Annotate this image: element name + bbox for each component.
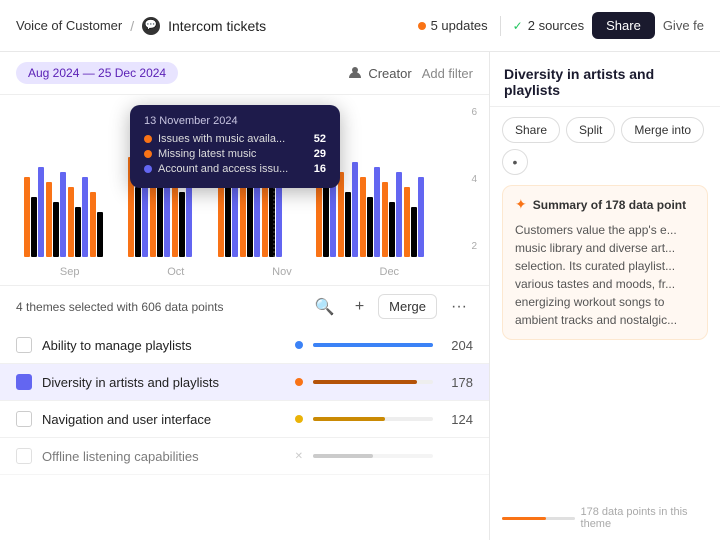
right-panel-title: Diversity in artists and playlists — [490, 52, 720, 107]
theme-bar — [313, 417, 433, 421]
x-label-sep: Sep — [60, 266, 80, 278]
y-label-6: 6 — [471, 107, 477, 118]
y-label-2: 2 — [471, 241, 477, 252]
check-icon: ✓ — [513, 19, 523, 33]
theme-list: Ability to manage playlists 204 Diversit… — [0, 327, 489, 540]
updates-dot — [418, 22, 426, 30]
theme-bar-fill — [313, 380, 417, 384]
add-theme-button[interactable]: + — [349, 296, 370, 318]
theme-checkbox[interactable] — [16, 374, 32, 390]
updates-label: 5 updates — [431, 18, 488, 33]
tooltip-label-3: Account and access issu... — [158, 163, 288, 175]
theme-count: 178 — [443, 375, 473, 390]
creator-filter[interactable]: Creator — [347, 65, 411, 81]
tooltip-row-3: Account and access issu... 16 — [144, 163, 326, 175]
spark-icon: ✦ — [515, 196, 527, 213]
theme-checkbox[interactable] — [16, 448, 32, 464]
theme-bar — [313, 380, 433, 384]
date-filter-badge[interactable]: Aug 2024 — 25 Dec 2024 — [16, 62, 178, 84]
chart-area: 6 4 2 — [0, 95, 489, 285]
filter-row: Aug 2024 — 25 Dec 2024 Creator Add filte… — [0, 52, 489, 95]
chart-tooltip: 13 November 2024 Issues with music avail… — [130, 105, 340, 188]
theme-item[interactable]: Navigation and user interface 124 — [0, 401, 489, 438]
theme-x: ✕ — [295, 451, 303, 462]
footer-progress-bar — [502, 517, 575, 520]
theme-item[interactable]: Offline listening capabilities ✕ — [0, 438, 489, 475]
theme-bar — [313, 454, 433, 458]
theme-list-header: 4 themes selected with 606 data points 🔍… — [0, 285, 489, 327]
theme-bar-fill — [313, 417, 385, 421]
chart-y-labels: 6 4 2 — [471, 107, 477, 252]
x-label-nov: Nov — [272, 266, 292, 278]
tooltip-dot-3 — [144, 165, 152, 173]
summary-box: ✦ Summary of 178 data point Customers va… — [502, 185, 708, 340]
summary-header: ✦ Summary of 178 data point — [515, 196, 695, 213]
theme-name: Diversity in artists and playlists — [42, 375, 285, 390]
main-layout: Aug 2024 — 25 Dec 2024 Creator Add filte… — [0, 52, 720, 540]
right-split-button[interactable]: Split — [566, 117, 615, 143]
share-button[interactable]: Share — [592, 12, 655, 39]
brand-label: Voice of Customer — [16, 18, 122, 33]
theme-bar — [313, 343, 433, 347]
x-label-oct: Oct — [167, 266, 184, 278]
theme-color-dot — [295, 415, 303, 423]
sources-indicator: ✓ 2 sources — [513, 18, 584, 33]
tooltip-label-1: Issues with music availa... — [158, 133, 285, 145]
footer-progress-fill — [502, 517, 546, 520]
right-share-button[interactable]: Share — [502, 117, 560, 143]
page-type-icon: 💬 — [142, 17, 160, 35]
topbar: Voice of Customer / 💬 Intercom tickets 5… — [0, 0, 720, 52]
theme-name: Navigation and user interface — [42, 412, 285, 427]
sources-label: 2 sources — [528, 18, 584, 33]
theme-count: 204 — [443, 338, 473, 353]
right-footer: 178 data points in this theme — [490, 496, 720, 540]
footer-text: 178 data points in this theme — [581, 506, 708, 530]
theme-count-text: 4 themes selected with 606 data points — [16, 300, 301, 314]
search-button[interactable]: 🔍 — [309, 295, 341, 319]
summary-text: Customers value the app's e... music lib… — [515, 221, 695, 329]
theme-count: 124 — [443, 412, 473, 427]
divider — [500, 16, 501, 36]
y-label-4: 4 — [471, 174, 477, 185]
x-label-dec: Dec — [380, 266, 400, 278]
tooltip-dot-1 — [144, 135, 152, 143]
tooltip-date: 13 November 2024 — [144, 115, 326, 127]
add-filter-button[interactable]: Add filter — [422, 66, 473, 81]
tooltip-dot-2 — [144, 150, 152, 158]
theme-item[interactable]: Diversity in artists and playlists 178 — [0, 364, 489, 401]
theme-item[interactable]: Ability to manage playlists 204 — [0, 327, 489, 364]
theme-color-dot — [295, 378, 303, 386]
give-feedback-button[interactable]: Give fe — [663, 18, 704, 33]
theme-checkbox[interactable] — [16, 337, 32, 353]
right-panel: Diversity in artists and playlists Share… — [490, 52, 720, 540]
theme-bar-fill — [313, 454, 373, 458]
right-merge-into-button[interactable]: Merge into — [621, 117, 704, 143]
theme-name: Offline listening capabilities — [42, 449, 283, 464]
theme-color-dot — [295, 341, 303, 349]
theme-checkbox[interactable] — [16, 411, 32, 427]
merge-button[interactable]: Merge — [378, 294, 437, 319]
theme-name: Ability to manage playlists — [42, 338, 285, 353]
tooltip-count-3: 16 — [314, 163, 326, 175]
updates-indicator: 5 updates — [418, 18, 488, 33]
fade-overlay — [0, 510, 489, 540]
left-panel: Aug 2024 — 25 Dec 2024 Creator Add filte… — [0, 52, 490, 540]
more-options-button[interactable]: ··· — [445, 296, 473, 318]
chart-x-labels: Sep Oct Nov Dec — [16, 262, 473, 285]
tooltip-count-1: 52 — [314, 133, 326, 145]
creator-label: Creator — [368, 66, 411, 81]
right-more-button[interactable]: • — [502, 149, 528, 175]
tooltip-row-1: Issues with music availa... 52 — [144, 133, 326, 145]
separator: / — [130, 18, 134, 34]
tooltip-count-2: 29 — [314, 148, 326, 160]
page-title: Intercom tickets — [168, 18, 266, 34]
tooltip-label-2: Missing latest music — [158, 148, 256, 160]
person-icon — [347, 65, 363, 81]
summary-header-text: Summary of 178 data point — [533, 198, 686, 212]
tooltip-row-2: Missing latest music 29 — [144, 148, 326, 160]
right-actions: Share Split Merge into • — [490, 107, 720, 185]
theme-bar-fill — [313, 343, 433, 347]
